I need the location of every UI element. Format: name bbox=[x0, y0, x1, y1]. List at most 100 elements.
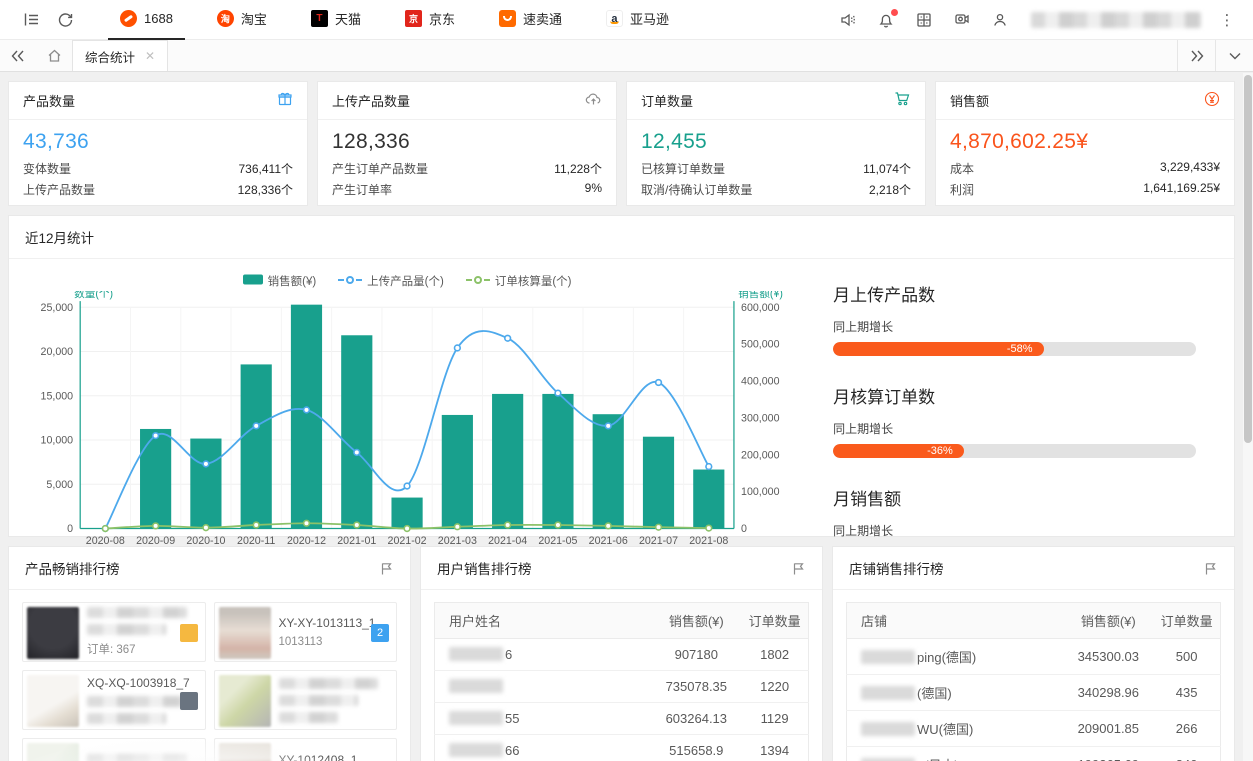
svg-text:2020-10: 2020-10 bbox=[186, 535, 225, 547]
platform-tab-label: 亚马逊 bbox=[630, 9, 669, 28]
table-row[interactable]: 55603264.131129 bbox=[435, 703, 809, 735]
orders-cell: 1220 bbox=[741, 671, 808, 703]
svg-text:0: 0 bbox=[741, 523, 747, 535]
svg-text:0: 0 bbox=[67, 523, 73, 535]
svg-text:2021-01: 2021-01 bbox=[337, 535, 376, 547]
tab-close-icon[interactable]: ✕ bbox=[145, 49, 155, 63]
svg-text:500,000: 500,000 bbox=[741, 339, 780, 351]
vertical-scrollbar[interactable] bbox=[1243, 73, 1253, 761]
redacted-text-line bbox=[279, 678, 379, 689]
product-badge: 2 bbox=[371, 624, 389, 642]
svg-text:20,000: 20,000 bbox=[41, 346, 74, 358]
platform-tabs: 1688 淘淘宝 T天猫京京东速卖通 a亚马逊 bbox=[98, 0, 691, 40]
platform-tab-tmall[interactable]: T天猫 bbox=[299, 0, 373, 40]
more-menu-icon[interactable]: ⋮ bbox=[1215, 11, 1239, 29]
table-row[interactable]: 66515658.91394 bbox=[435, 735, 809, 761]
orders-cell: 1802 bbox=[741, 639, 808, 671]
top-toolbar: 1688 淘淘宝 T天猫京京东速卖通 a亚马逊 ⋮ bbox=[0, 0, 1253, 40]
redacted-text-line bbox=[87, 696, 187, 707]
svg-text:2020-08: 2020-08 bbox=[86, 535, 125, 547]
product-card[interactable]: XQ-XQ-1003918_7 bbox=[22, 670, 206, 730]
legend-line-swatch bbox=[338, 275, 362, 288]
best-selling-products-panel: 产品畅销排行榜 订单: 367 XY-XY-1013113_110131132XQ… bbox=[8, 546, 411, 761]
user-profile-icon[interactable] bbox=[983, 0, 1017, 40]
table-row[interactable]: n(日本)199265.69840 bbox=[847, 747, 1221, 761]
platform-tab-1688[interactable]: 1688 bbox=[108, 0, 185, 40]
cloud-upload-icon bbox=[585, 91, 602, 110]
growth-label: 同上期增长 bbox=[833, 420, 1196, 437]
scrollbar-thumb[interactable] bbox=[1244, 75, 1252, 443]
product-card[interactable] bbox=[214, 670, 398, 730]
tabs-dropdown-icon[interactable] bbox=[1215, 40, 1253, 71]
platform-tab-amazon[interactable]: a亚马逊 bbox=[594, 0, 681, 40]
notifications-bell-icon[interactable] bbox=[869, 0, 903, 40]
sales-cell: 515658.9 bbox=[651, 735, 741, 761]
name-cell: 6 bbox=[435, 639, 652, 671]
tab-label: 综合统计 bbox=[85, 47, 135, 66]
table-row[interactable]: WU(德国)209001.85266 bbox=[847, 711, 1221, 747]
product-card[interactable] bbox=[22, 738, 206, 761]
platform-tab-taobao[interactable]: 淘淘宝 bbox=[205, 0, 279, 40]
platform-tab-jd[interactable]: 京京东 bbox=[393, 0, 467, 40]
stat-card-value: 4,870,602.25¥ bbox=[936, 120, 1234, 158]
legend-item[interactable]: 上传产品量(个) bbox=[338, 273, 444, 289]
flag-icon[interactable] bbox=[791, 561, 806, 576]
svg-text:400,000: 400,000 bbox=[741, 376, 780, 388]
monthly-stats-title: 近12月统计 bbox=[25, 227, 94, 247]
product-card[interactable]: XY-1012408_1 bbox=[214, 738, 398, 761]
flag-icon[interactable] bbox=[1203, 561, 1218, 576]
table-row[interactable]: ping(德国)345300.03500 bbox=[847, 639, 1221, 675]
product-subtext: 订单: 367 bbox=[87, 641, 201, 657]
sales-cell: 345300.03 bbox=[1063, 639, 1153, 675]
yen-circle-icon bbox=[1204, 91, 1220, 110]
column-header: 销售额(¥) bbox=[651, 603, 741, 639]
column-header: 店铺 bbox=[847, 603, 1064, 639]
stat-card-header: 订单数量 bbox=[627, 82, 925, 120]
table-row[interactable]: 69071801802 bbox=[435, 639, 809, 671]
platform-tab-label: 淘宝 bbox=[241, 9, 267, 28]
legend-item[interactable]: 销售额(¥) bbox=[243, 273, 317, 289]
svg-text:数量(个): 数量(个) bbox=[74, 291, 113, 300]
orders-cell: 1394 bbox=[741, 735, 808, 761]
products-panel-title: 产品畅销排行榜 bbox=[25, 558, 120, 578]
chart-legend: 销售额(¥) 上传产品量(个) 订单核算量(个) bbox=[15, 265, 799, 291]
announcement-icon[interactable] bbox=[831, 0, 865, 40]
shop-sales-table: 店铺销售额(¥)订单数量ping(德国)345300.03500(德国)3402… bbox=[846, 602, 1221, 761]
product-card[interactable]: 订单: 367 bbox=[22, 602, 206, 662]
users-panel-title: 用户销售排行榜 bbox=[437, 558, 532, 578]
scroll-tabs-left-icon[interactable] bbox=[0, 40, 36, 71]
product-image bbox=[219, 675, 271, 727]
flag-icon[interactable] bbox=[379, 561, 394, 576]
refresh-icon[interactable] bbox=[48, 0, 82, 40]
legend-label: 上传产品量(个) bbox=[367, 273, 444, 289]
home-tab-icon[interactable] bbox=[36, 40, 72, 71]
product-text bbox=[279, 675, 393, 725]
subrow-label: 产生订单率 bbox=[332, 181, 392, 198]
orders-cell: 435 bbox=[1153, 675, 1220, 711]
subrow-value: 11,074个 bbox=[863, 160, 911, 177]
legend-line-swatch bbox=[466, 275, 490, 288]
legend-item[interactable]: 订单核算量(个) bbox=[466, 273, 572, 289]
tmall-favicon-icon: T bbox=[311, 10, 328, 27]
tab-composite-statistics[interactable]: 综合统计 ✕ bbox=[72, 40, 168, 71]
table-row[interactable]: 735078.351220 bbox=[435, 671, 809, 703]
redacted-text-line bbox=[87, 607, 187, 618]
cart-icon bbox=[894, 91, 911, 110]
svg-text:200,000: 200,000 bbox=[741, 449, 780, 461]
username-redacted bbox=[1031, 12, 1201, 28]
stat-card-subrow: 变体数量736,411个 bbox=[9, 158, 307, 179]
name-cell: WU(德国) bbox=[847, 711, 1064, 747]
platform-tab-aliexpress[interactable]: 速卖通 bbox=[487, 0, 574, 40]
stat-card-value: 128,336 bbox=[318, 120, 616, 158]
svg-text:2021-03: 2021-03 bbox=[438, 535, 477, 547]
support-headset-icon[interactable] bbox=[945, 0, 979, 40]
sales-cell: 907180 bbox=[651, 639, 741, 671]
growth-label: 同上期增长 bbox=[833, 318, 1196, 335]
table-row[interactable]: (德国)340298.96435 bbox=[847, 675, 1221, 711]
apps-grid-icon[interactable] bbox=[907, 0, 941, 40]
product-card[interactable]: XY-XY-1013113_110131132 bbox=[214, 602, 398, 662]
scroll-tabs-right-icon[interactable] bbox=[1177, 40, 1215, 71]
product-text: XY-1012408_1 bbox=[279, 743, 393, 761]
collapse-menu-icon[interactable] bbox=[14, 0, 48, 40]
growth-title: 月核算订单数 bbox=[833, 383, 1196, 408]
